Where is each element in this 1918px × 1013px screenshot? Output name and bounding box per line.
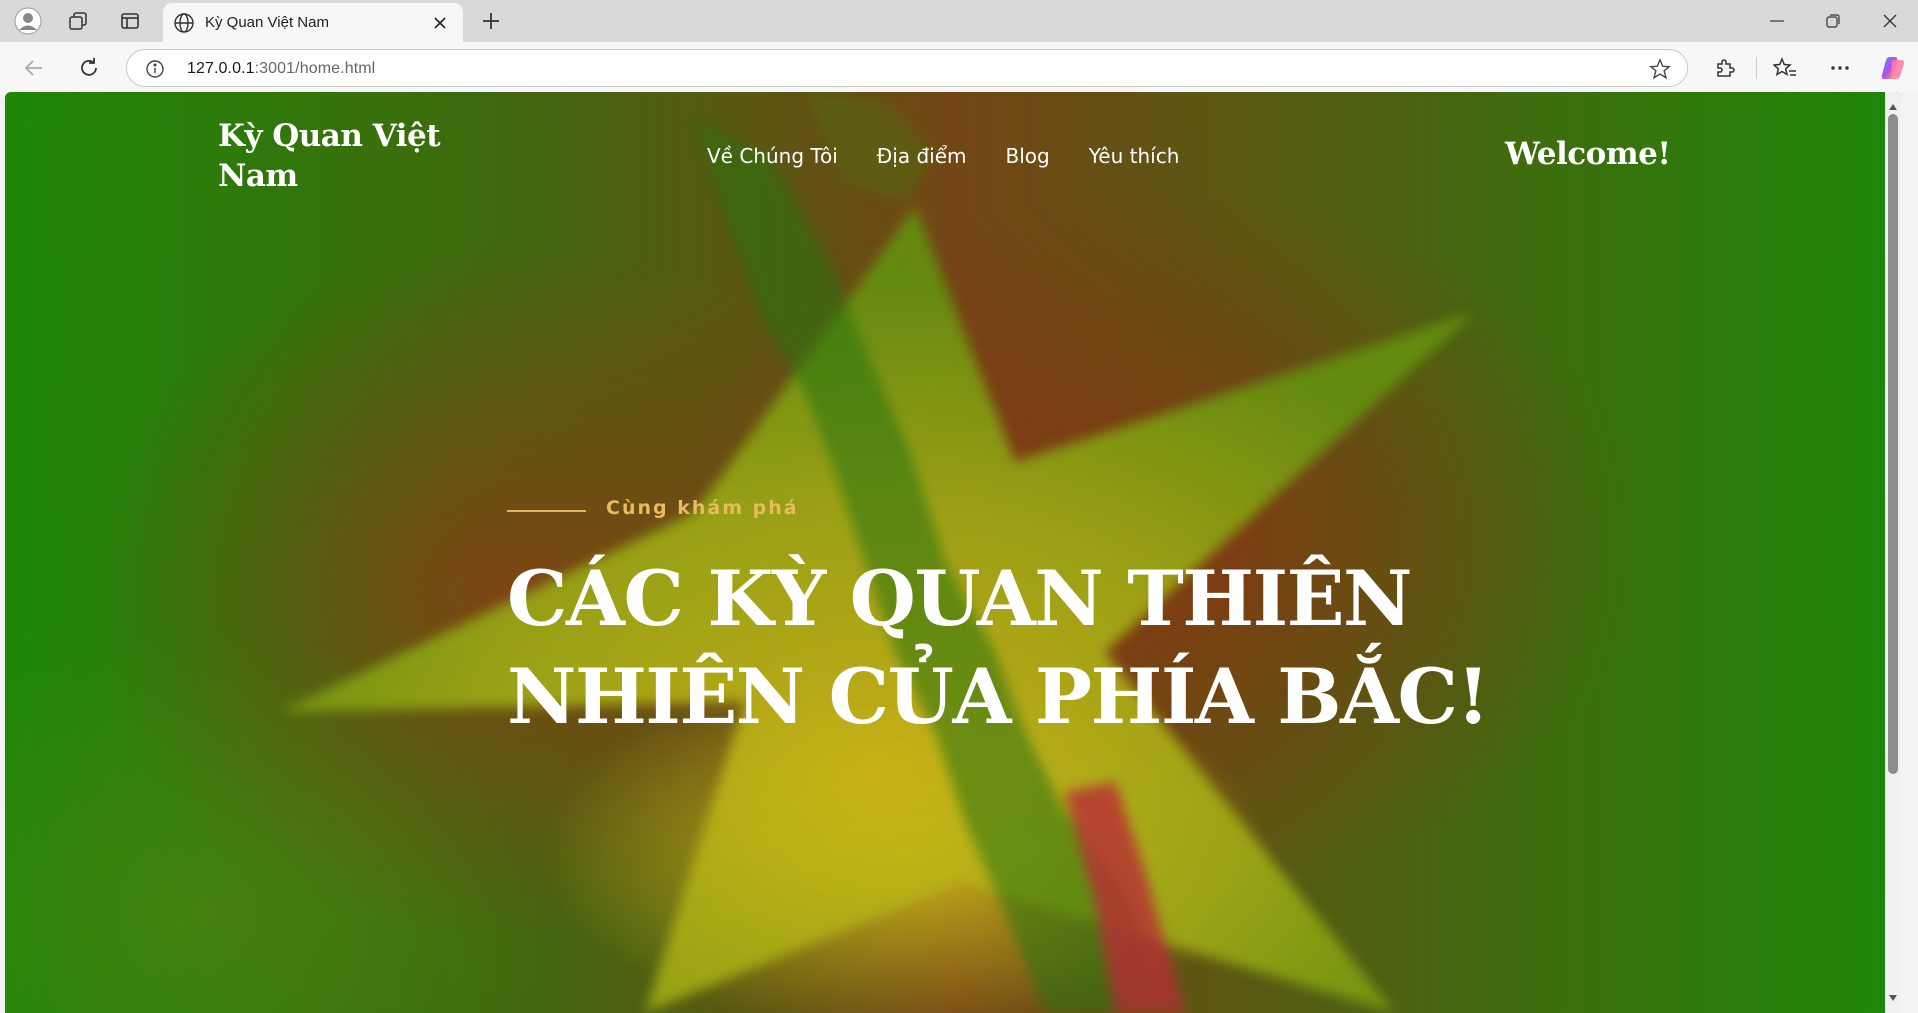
browser-toolbar: 127.0.0.1:3001/home.html (0, 42, 1918, 92)
url-text: 127.0.0.1:3001/home.html (187, 60, 375, 78)
minimize-icon[interactable] (1749, 0, 1805, 42)
scroll-down-arrow-icon[interactable] (1888, 989, 1898, 1007)
hero-headline-line-1: CÁC KỲ QUAN THIÊN (507, 554, 1413, 643)
url-path: :3001/home.html (254, 60, 376, 77)
toolbar-divider (1756, 57, 1757, 79)
welcome-text: Welcome! (1505, 136, 1671, 172)
back-arrow-icon[interactable] (16, 51, 52, 85)
address-bar[interactable]: 127.0.0.1:3001/home.html (126, 49, 1688, 87)
more-icon[interactable] (1822, 51, 1858, 85)
eyebrow-divider (507, 510, 586, 512)
nav-item-places[interactable]: Địa điểm (877, 144, 967, 168)
tab-actions-icon[interactable] (110, 5, 150, 37)
nav-item-blog[interactable]: Blog (1006, 144, 1050, 168)
nav-item-favorites[interactable]: Yêu thích (1089, 144, 1180, 168)
hero-eyebrow: Cùng khám phá (606, 497, 799, 519)
reload-icon[interactable] (71, 51, 107, 85)
hero-headline: CÁC KỲ QUAN THIÊN NHIÊN CỦA PHÍA BẮC! (507, 550, 1507, 746)
workspaces-icon[interactable] (58, 5, 98, 37)
page-scrollbar[interactable] (1885, 92, 1901, 1013)
nav-item-about[interactable]: Về Chúng Tôi (707, 144, 838, 168)
scrollbar-thumb[interactable] (1888, 114, 1898, 774)
close-icon[interactable] (429, 12, 451, 34)
active-tab[interactable]: Kỳ Quan Việt Nam (163, 3, 463, 42)
info-icon[interactable] (145, 59, 165, 84)
profile-icon[interactable] (8, 5, 48, 37)
restore-icon[interactable] (1805, 0, 1861, 42)
tab-strip: Kỳ Quan Việt Nam (0, 0, 1918, 42)
globe-icon (173, 12, 195, 39)
main-nav: Về Chúng Tôi Địa điểm Blog Yêu thích (707, 144, 1218, 168)
hero-headline-line-2: NHIÊN CỦA PHÍA BẮC! (507, 652, 1490, 741)
site-logo[interactable]: Kỳ Quan Việt Nam (218, 116, 458, 196)
tab-title: Kỳ Quan Việt Nam (205, 14, 329, 31)
window-close-icon[interactable] (1862, 0, 1918, 42)
copilot-icon[interactable] (1875, 51, 1911, 85)
url-host: 127.0.0.1 (187, 60, 255, 77)
star-icon[interactable] (1649, 58, 1671, 85)
puzzle-icon[interactable] (1707, 51, 1743, 85)
plus-icon[interactable] (474, 5, 508, 37)
favorites-icon[interactable] (1767, 51, 1803, 85)
page-viewport: Kỳ Quan Việt Nam Về Chúng Tôi Địa điểm B… (5, 92, 1901, 1013)
